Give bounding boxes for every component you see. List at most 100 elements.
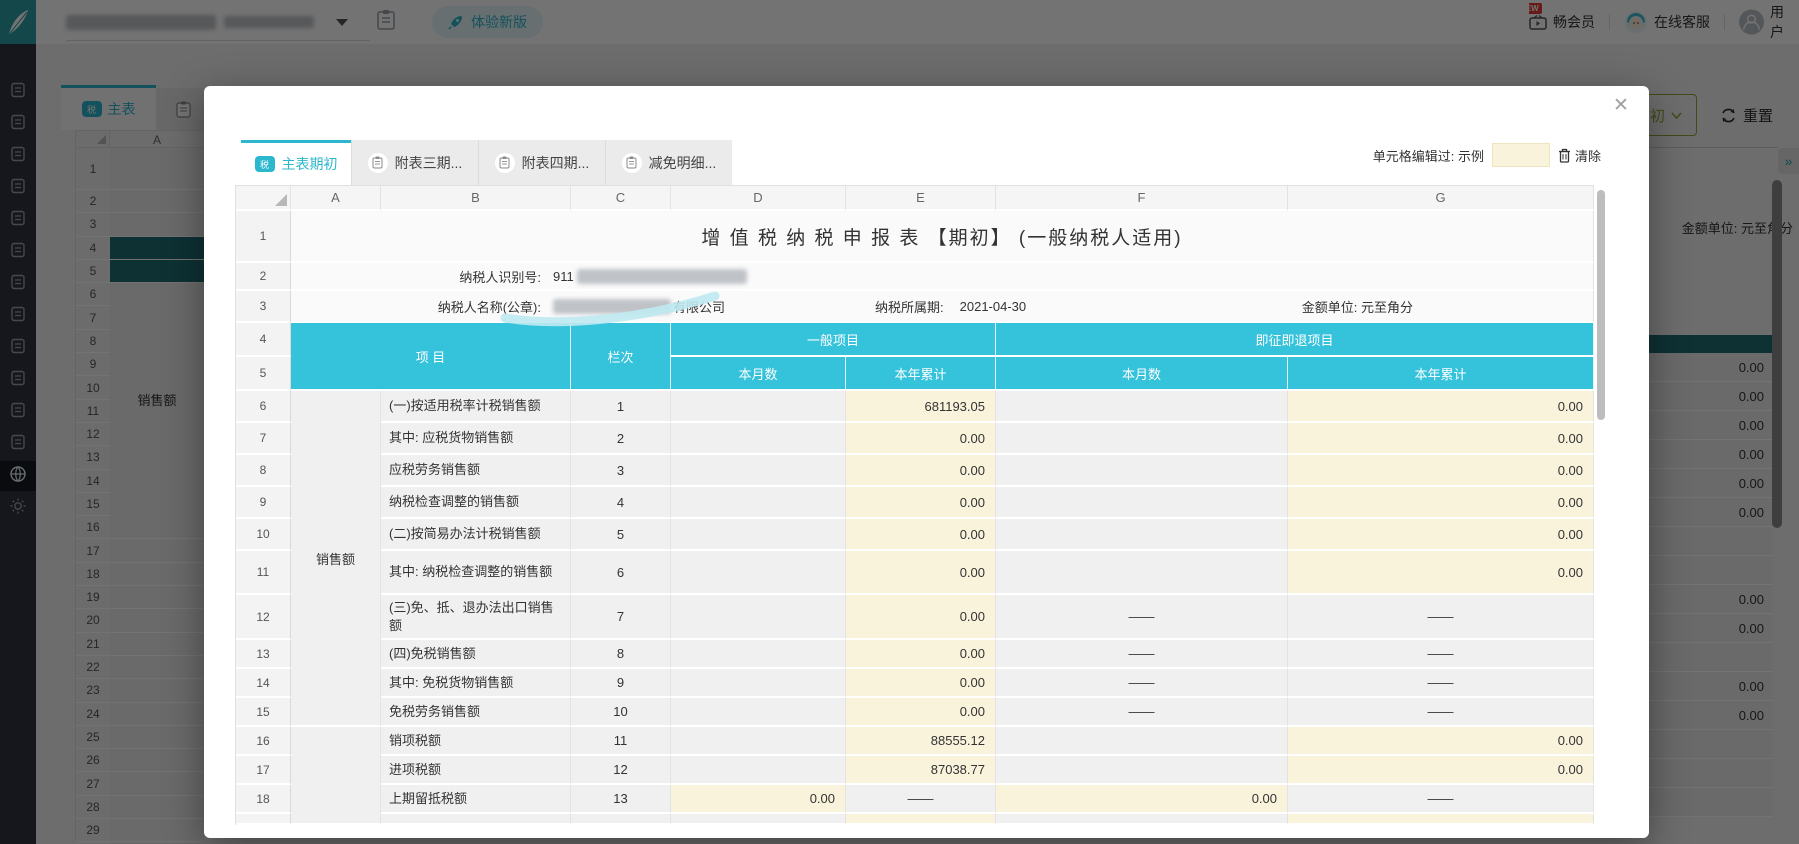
value-cell[interactable] [671, 455, 846, 487]
value-cell[interactable]: —— [996, 640, 1288, 669]
edited-cell-legend: 单元格编辑过: 示例 清除 [1373, 142, 1601, 168]
value-cell[interactable]: 681193.05 [846, 391, 996, 423]
value-cell[interactable]: 0.00 [1288, 487, 1594, 519]
value-cell[interactable] [996, 455, 1288, 487]
value-cell[interactable] [671, 669, 846, 698]
item-label: 免税劳务销售额 [381, 698, 571, 727]
column-no: 13 [571, 785, 671, 814]
period-label: 纳税所属期: [875, 297, 944, 316]
item-label: 其中: 应税货物销售额 [381, 423, 571, 455]
value-cell[interactable]: 0.00 [1288, 391, 1594, 423]
value-cell[interactable] [671, 640, 846, 669]
value-cell[interactable] [671, 756, 846, 785]
column-no: 8 [571, 640, 671, 669]
modal-tab-label: 减免明细... [649, 153, 717, 173]
row-number: 11 [236, 551, 291, 595]
value-cell[interactable]: 87038.77 [846, 756, 996, 785]
item-label: 进项税额 [381, 756, 571, 785]
clear-button[interactable]: 清除 [1558, 146, 1601, 165]
section-blank [291, 727, 381, 825]
value-cell[interactable] [996, 391, 1288, 423]
row-number: 16 [236, 727, 291, 756]
value-cell[interactable]: 0.00 [846, 595, 996, 640]
value-cell[interactable]: —— [1288, 785, 1594, 814]
value-cell[interactable]: 0.00 [1288, 727, 1594, 756]
column-header-D: D [671, 186, 846, 211]
value-cell[interactable]: 0.00 [846, 487, 996, 519]
value-cell[interactable] [996, 756, 1288, 785]
value-cell[interactable] [671, 727, 846, 756]
value-cell[interactable]: 0.00 [996, 785, 1288, 814]
column-no: 3 [571, 455, 671, 487]
taxpayer-id-value: 911 [553, 269, 574, 284]
row-number: 4 [236, 323, 291, 357]
value-cell[interactable] [846, 814, 996, 825]
value-cell[interactable]: —— [996, 595, 1288, 640]
modal-tab-3[interactable]: 附表四期... [478, 140, 605, 185]
value-cell[interactable]: 0.00 [846, 698, 996, 727]
value-cell[interactable]: 0.00 [846, 669, 996, 698]
column-no: 2 [571, 423, 671, 455]
row-number: 3 [236, 291, 291, 323]
column-no: 4 [571, 487, 671, 519]
section-sales: 销售额 [291, 391, 381, 727]
value-cell[interactable] [671, 487, 846, 519]
value-cell[interactable]: —— [996, 669, 1288, 698]
column-no: 1 [571, 391, 671, 423]
row-number: 6 [236, 391, 291, 423]
column-no: 7 [571, 595, 671, 640]
value-cell[interactable]: 0.00 [846, 519, 996, 551]
value-cell[interactable] [996, 814, 1288, 825]
modal-tab-1[interactable]: 税主表期初 [241, 140, 351, 185]
value-cell[interactable]: 0.00 [1288, 551, 1594, 595]
value-cell[interactable] [671, 814, 846, 825]
value-cell[interactable]: 88555.12 [846, 727, 996, 756]
value-cell[interactable] [671, 423, 846, 455]
modal-tabs: 税主表期初附表三期...附表四期... 减免明细... [241, 140, 732, 185]
clear-label: 清除 [1575, 146, 1601, 165]
item-label: 应税劳务销售额 [381, 455, 571, 487]
value-cell[interactable]: 0.00 [846, 551, 996, 595]
value-cell[interactable] [671, 519, 846, 551]
header-instant-refund: 即征即退项目 [996, 323, 1594, 357]
value-cell[interactable]: 0.00 [1288, 519, 1594, 551]
close-icon[interactable]: ✕ [1609, 94, 1633, 118]
value-cell[interactable]: —— [1288, 595, 1594, 640]
value-cell[interactable] [996, 487, 1288, 519]
column-header-G: G [1288, 186, 1594, 211]
item-label: (三)免、抵、退办法出口销售额 [381, 595, 571, 640]
row-number: 17 [236, 756, 291, 785]
column-header-F: F [996, 186, 1288, 211]
modal-tab-2[interactable]: 附表三期... [351, 140, 478, 185]
amount-unit-label: 金额单位: 元至角分 [1302, 297, 1413, 316]
header-month: 本月数 [671, 357, 846, 391]
value-cell[interactable]: 0.00 [846, 423, 996, 455]
value-cell[interactable]: 0.00 [1288, 455, 1594, 487]
value-cell[interactable] [996, 519, 1288, 551]
value-cell[interactable]: 0.00 [846, 640, 996, 669]
value-cell[interactable]: 0.00 [1288, 756, 1594, 785]
item-label: 上期留抵税额 [381, 785, 571, 814]
trash-icon [1558, 148, 1571, 163]
modal-vertical-scrollbar[interactable] [1597, 190, 1605, 420]
value-cell[interactable] [1288, 814, 1594, 825]
value-cell[interactable] [996, 551, 1288, 595]
value-cell[interactable]: 0.00 [1288, 423, 1594, 455]
value-cell[interactable]: —— [996, 698, 1288, 727]
value-cell[interactable]: —— [846, 785, 996, 814]
taxpayer-name-suffix: 有限公司 [673, 297, 725, 316]
value-cell[interactable] [671, 551, 846, 595]
modal-tab-4[interactable]: 减免明细... [605, 140, 732, 185]
value-cell[interactable] [671, 698, 846, 727]
value-cell[interactable] [671, 595, 846, 640]
value-cell[interactable] [671, 391, 846, 423]
item-label: 其中: 免税货物销售额 [381, 669, 571, 698]
row-number: 10 [236, 519, 291, 551]
value-cell[interactable]: 0.00 [671, 785, 846, 814]
value-cell[interactable]: —— [1288, 698, 1594, 727]
value-cell[interactable]: —— [1288, 640, 1594, 669]
value-cell[interactable]: —— [1288, 669, 1594, 698]
value-cell[interactable] [996, 727, 1288, 756]
value-cell[interactable] [996, 423, 1288, 455]
value-cell[interactable]: 0.00 [846, 455, 996, 487]
